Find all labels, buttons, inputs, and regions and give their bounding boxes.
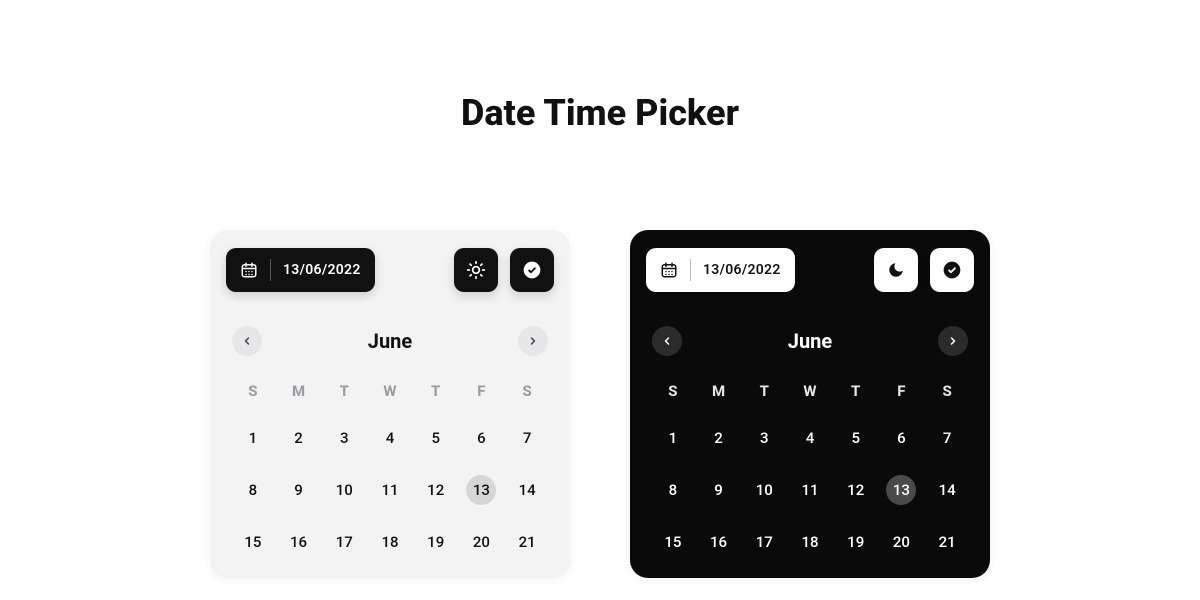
- calendar-day[interactable]: 14: [504, 474, 550, 506]
- calendar-day[interactable]: 18: [367, 526, 413, 558]
- calendar-icon: [240, 261, 258, 279]
- prev-month-button[interactable]: [232, 326, 262, 356]
- day-of-week-label: S: [230, 382, 276, 400]
- calendar-day[interactable]: 11: [787, 474, 833, 506]
- day-of-week-label: T: [321, 382, 367, 400]
- chevron-right-icon: [527, 335, 539, 347]
- calendar-day[interactable]: 12: [833, 474, 879, 506]
- moon-icon: [887, 261, 905, 279]
- date-value: 13/06/2022: [283, 262, 361, 278]
- calendar-day[interactable]: 15: [650, 526, 696, 558]
- calendar-day[interactable]: 19: [413, 526, 459, 558]
- theme-toggle-button[interactable]: [454, 248, 498, 292]
- day-of-week-label: W: [367, 382, 413, 400]
- prev-month-button[interactable]: [652, 326, 682, 356]
- calendar-day[interactable]: 6: [459, 422, 505, 454]
- calendar-grid: 123456789101112131415161718192021: [646, 422, 974, 558]
- calendar-day[interactable]: 16: [276, 526, 322, 558]
- calendar-day[interactable]: 3: [321, 422, 367, 454]
- divider: [690, 259, 691, 281]
- next-month-button[interactable]: [938, 326, 968, 356]
- day-of-week-header: SMTWTFS: [226, 382, 554, 400]
- day-of-week-label: S: [504, 382, 550, 400]
- calendar-day[interactable]: 12: [413, 474, 459, 506]
- day-of-week-label: T: [413, 382, 459, 400]
- datepicker-card-light: 13/06/2022 June: [210, 230, 570, 578]
- calendar-day[interactable]: 17: [321, 526, 367, 558]
- calendar-day[interactable]: 20: [459, 526, 505, 558]
- calendar-day[interactable]: 13: [879, 474, 925, 506]
- calendar-day[interactable]: 15: [230, 526, 276, 558]
- calendar-day[interactable]: 21: [924, 526, 970, 558]
- calendar-day[interactable]: 6: [879, 422, 925, 454]
- date-input[interactable]: 13/06/2022: [646, 248, 795, 292]
- calendar-day[interactable]: 10: [741, 474, 787, 506]
- calendar-day[interactable]: 17: [741, 526, 787, 558]
- date-value: 13/06/2022: [703, 262, 781, 278]
- calendar-day[interactable]: 3: [741, 422, 787, 454]
- calendar-day[interactable]: 5: [413, 422, 459, 454]
- sun-icon: [466, 260, 486, 280]
- calendar-day[interactable]: 4: [787, 422, 833, 454]
- calendar-day[interactable]: 4: [367, 422, 413, 454]
- next-month-button[interactable]: [518, 326, 548, 356]
- calendar-day[interactable]: 1: [230, 422, 276, 454]
- calendar-day[interactable]: 8: [230, 474, 276, 506]
- calendar-day[interactable]: 2: [276, 422, 322, 454]
- chevron-left-icon: [241, 335, 253, 347]
- day-of-week-label: M: [696, 382, 742, 400]
- calendar-day[interactable]: 7: [924, 422, 970, 454]
- calendar-day[interactable]: 1: [650, 422, 696, 454]
- divider: [270, 259, 271, 281]
- calendar-day[interactable]: 20: [879, 526, 925, 558]
- page-title: Date Time Picker: [0, 0, 1200, 134]
- calendar-day[interactable]: 21: [504, 526, 550, 558]
- calendar-day[interactable]: 18: [787, 526, 833, 558]
- month-label: June: [788, 329, 832, 353]
- theme-toggle-button[interactable]: [874, 248, 918, 292]
- day-of-week-header: SMTWTFS: [646, 382, 974, 400]
- calendar-grid: 123456789101112131415161718192021: [226, 422, 554, 558]
- day-of-week-label: M: [276, 382, 322, 400]
- date-input[interactable]: 13/06/2022: [226, 248, 375, 292]
- calendar-day[interactable]: 2: [696, 422, 742, 454]
- day-of-week-label: S: [650, 382, 696, 400]
- calendar-day[interactable]: 14: [924, 474, 970, 506]
- calendar-day[interactable]: 10: [321, 474, 367, 506]
- day-of-week-label: F: [459, 382, 505, 400]
- day-of-week-label: W: [787, 382, 833, 400]
- calendar-icon: [660, 261, 678, 279]
- calendar-day[interactable]: 16: [696, 526, 742, 558]
- chevron-right-icon: [947, 335, 959, 347]
- calendar-day[interactable]: 8: [650, 474, 696, 506]
- calendar-day[interactable]: 5: [833, 422, 879, 454]
- day-of-week-label: T: [833, 382, 879, 400]
- calendar-day[interactable]: 9: [696, 474, 742, 506]
- day-of-week-label: F: [879, 382, 925, 400]
- day-of-week-label: T: [741, 382, 787, 400]
- calendar-day[interactable]: 7: [504, 422, 550, 454]
- check-circle-icon: [522, 260, 542, 280]
- chevron-left-icon: [661, 335, 673, 347]
- confirm-button[interactable]: [930, 248, 974, 292]
- calendar-day[interactable]: 19: [833, 526, 879, 558]
- calendar-day[interactable]: 11: [367, 474, 413, 506]
- month-label: June: [368, 329, 412, 353]
- datepicker-card-dark: 13/06/2022 June: [630, 230, 990, 578]
- calendar-day[interactable]: 13: [459, 474, 505, 506]
- calendar-day[interactable]: 9: [276, 474, 322, 506]
- day-of-week-label: S: [924, 382, 970, 400]
- check-circle-icon: [942, 260, 962, 280]
- confirm-button[interactable]: [510, 248, 554, 292]
